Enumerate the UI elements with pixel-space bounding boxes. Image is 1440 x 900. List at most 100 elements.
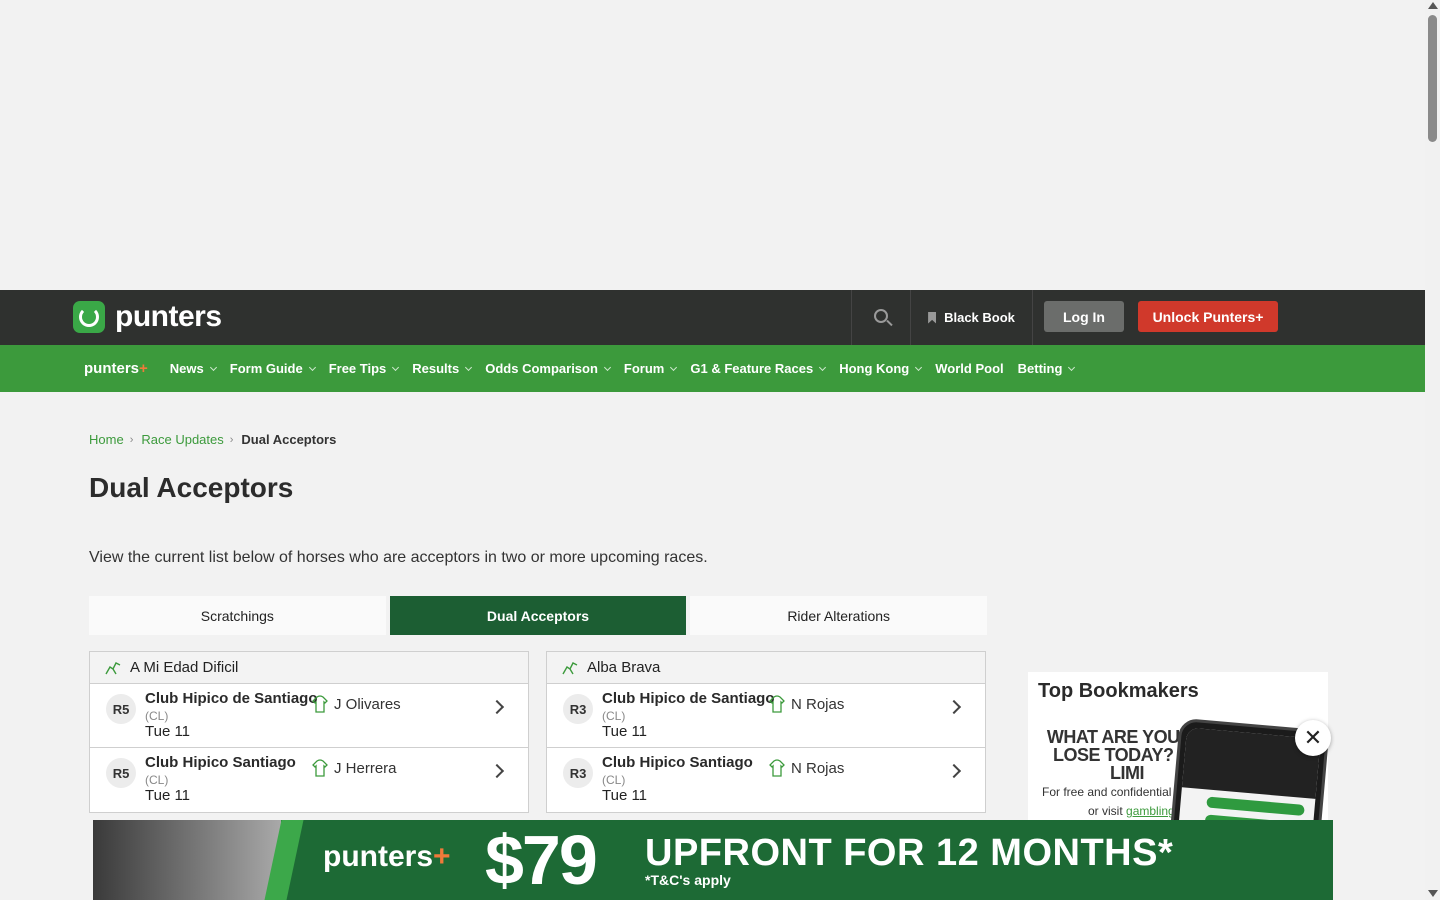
- chevron-down-icon: [465, 363, 473, 371]
- site-logo[interactable]: punters: [73, 300, 222, 334]
- bookmark-icon: [928, 311, 937, 324]
- nav-item-forum[interactable]: Forum: [624, 361, 678, 376]
- punters-plus-promo-banner[interactable]: punters+ $79 UPFRONT FOR 12 MONTHS* *T&C…: [93, 820, 1333, 900]
- breadcrumb-race-updates[interactable]: Race Updates: [141, 432, 223, 447]
- horse-icon: [105, 661, 121, 674]
- ad-space: [0, 0, 1425, 290]
- tab-rider-alterations[interactable]: Rider Alterations: [690, 596, 988, 635]
- jockey-silks-icon: [769, 695, 785, 713]
- race-country: (CL): [602, 773, 626, 787]
- jockey-name: J Herrera: [334, 759, 397, 777]
- nav-item-results[interactable]: Results: [412, 361, 473, 376]
- nav-item-betting[interactable]: Betting: [1018, 361, 1076, 376]
- race-row[interactable]: R5 Club Hipico de Santiago (CL) Tue 11 J…: [90, 684, 528, 748]
- chevron-down-icon: [603, 363, 611, 371]
- breadcrumb: Home › Race Updates › Dual Acceptors: [89, 432, 336, 447]
- jockey-name: N Rojas: [791, 759, 845, 777]
- promo-brand: punters+: [323, 840, 451, 873]
- scrollbar[interactable]: [1425, 0, 1440, 900]
- race-row[interactable]: R3 Club Hipico Santiago (CL) Tue 11 N Ro…: [547, 748, 985, 812]
- jockey: J Herrera: [312, 759, 397, 777]
- login-button[interactable]: Log In: [1044, 301, 1124, 332]
- chevron-down-icon: [209, 363, 217, 371]
- close-icon: ✕: [1303, 725, 1323, 750]
- unlock-punters-plus-button[interactable]: Unlock Punters+: [1138, 301, 1278, 332]
- horse-race-photo: [93, 820, 281, 900]
- race-number-badge: R5: [106, 758, 136, 788]
- horse-name: Alba Brava: [587, 659, 661, 676]
- race-date: Tue 11: [602, 723, 648, 740]
- black-book-label: Black Book: [944, 310, 1015, 325]
- jockey: N Rojas: [769, 695, 844, 713]
- chevron-right-icon[interactable]: [946, 699, 962, 715]
- main-nav: punters + News Form Guide Free Tips Resul…: [0, 345, 1425, 392]
- black-book-button[interactable]: Black Book: [911, 290, 1033, 345]
- nav-item-form-guide[interactable]: Form Guide: [230, 361, 316, 376]
- nav-item-g1-feature-races[interactable]: G1 & Feature Races: [690, 361, 827, 376]
- horse-card-header[interactable]: A Mi Edad Dificil: [90, 652, 528, 684]
- breadcrumb-current: Dual Acceptors: [241, 432, 337, 447]
- horseshoe-icon: [73, 301, 105, 333]
- nav-punters-plus[interactable]: punters +: [84, 360, 148, 377]
- breadcrumb-home[interactable]: Home: [89, 432, 124, 447]
- top-bookmakers-title: Top Bookmakers: [1038, 680, 1199, 702]
- chevron-right-icon[interactable]: [489, 763, 505, 779]
- race-number-badge: R5: [106, 694, 136, 724]
- race-date: Tue 11: [602, 787, 648, 804]
- scroll-down-icon[interactable]: [1428, 890, 1438, 897]
- race-number-badge: R3: [563, 758, 593, 788]
- horse-card: A Mi Edad Dificil R5 Club Hipico de Sant…: [89, 651, 529, 813]
- race-update-tabs: Scratchings Dual Acceptors Rider Alterat…: [89, 596, 988, 635]
- breadcrumb-separator: ›: [129, 433, 134, 446]
- chevron-right-icon[interactable]: [946, 763, 962, 779]
- search-button[interactable]: [851, 290, 911, 345]
- nav-item-news[interactable]: News: [170, 361, 217, 376]
- race-row[interactable]: R3 Club Hipico de Santiago (CL) Tue 11 N…: [547, 684, 985, 748]
- nav-item-hong-kong[interactable]: Hong Kong: [839, 361, 923, 376]
- gambling-help-visit: or visit gamblingh: [1088, 804, 1182, 818]
- chevron-down-icon: [1068, 363, 1076, 371]
- page-intro: View the current list below of horses wh…: [89, 549, 708, 566]
- gambling-help-text: For free and confidential su: [1042, 785, 1188, 799]
- race-country: (CL): [145, 773, 169, 787]
- scrollbar-thumb[interactable]: [1428, 15, 1437, 142]
- nav-item-odds-comparison[interactable]: Odds Comparison: [485, 361, 611, 376]
- nav-item-free-tips[interactable]: Free Tips: [329, 361, 400, 376]
- jockey-silks-icon: [769, 759, 785, 777]
- promo-price: $79: [485, 821, 598, 899]
- chevron-down-icon: [392, 363, 400, 371]
- tab-dual-acceptors[interactable]: Dual Acceptors: [389, 596, 687, 635]
- race-venue: Club Hipico de Santiago: [145, 690, 318, 707]
- race-date: Tue 11: [145, 723, 191, 740]
- race-date: Tue 11: [145, 787, 191, 804]
- race-country: (CL): [602, 709, 626, 723]
- chevron-down-icon: [915, 363, 923, 371]
- chevron-down-icon: [670, 363, 678, 371]
- horse-icon: [562, 661, 578, 674]
- race-row[interactable]: R5 Club Hipico Santiago (CL) Tue 11 J He…: [90, 748, 528, 812]
- nav-item-world-pool[interactable]: World Pool: [935, 361, 1003, 376]
- race-venue: Club Hipico Santiago: [602, 754, 753, 771]
- race-venue: Club Hipico Santiago: [145, 754, 296, 771]
- race-venue: Club Hipico de Santiago: [602, 690, 775, 707]
- breadcrumb-separator: ›: [229, 433, 234, 446]
- horse-card-header[interactable]: Alba Brava: [547, 652, 985, 684]
- race-country: (CL): [145, 709, 169, 723]
- tab-scratchings[interactable]: Scratchings: [89, 596, 386, 635]
- jockey-name: J Olivares: [334, 695, 401, 713]
- chevron-down-icon: [819, 363, 827, 371]
- scroll-up-icon[interactable]: [1428, 2, 1438, 9]
- jockey: J Olivares: [312, 695, 401, 713]
- logo-text: punters: [115, 300, 222, 333]
- promo-terms: *T&C's apply: [645, 872, 731, 888]
- jockey-silks-icon: [312, 759, 328, 777]
- horse-card: Alba Brava R3 Club Hipico de Santiago (C…: [546, 651, 986, 813]
- jockey-silks-icon: [312, 695, 328, 713]
- close-promo-button[interactable]: ✕: [1295, 720, 1331, 756]
- chevron-right-icon[interactable]: [489, 699, 505, 715]
- chevron-down-icon: [308, 363, 316, 371]
- promo-offer: UPFRONT FOR 12 MONTHS*: [645, 832, 1174, 874]
- horse-name: A Mi Edad Dificil: [130, 659, 239, 676]
- jockey: N Rojas: [769, 759, 844, 777]
- jockey-name: N Rojas: [791, 695, 845, 713]
